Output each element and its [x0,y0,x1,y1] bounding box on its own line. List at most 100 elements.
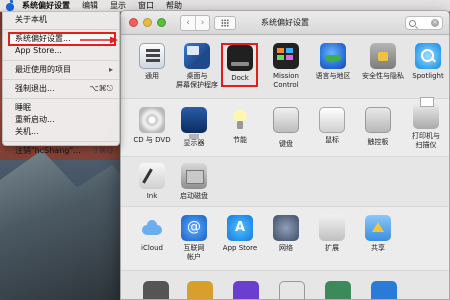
printer-icon [413,97,439,129]
pane-label: iCloud [141,244,163,252]
menu-app-store[interactable]: App Store... [3,45,119,57]
window-titlebar: ‹ › 系统偏好设置 × [121,11,449,35]
pane-mouse[interactable]: 鼠标 [309,107,355,145]
menu-recent-items[interactable]: 最近使用的项目 ▸ [3,64,119,76]
apple-menu-dropdown: 关于本机 系统偏好设置... App Store... 最近使用的项目 ▸ 强制退… [2,11,120,155]
pane-label: 节能 [233,136,247,144]
pane-energy-saver[interactable]: 节能 [217,107,263,145]
clock-icon [279,281,305,299]
shortcut-label: ⇧⌘Q [92,146,113,155]
menu-edit[interactable]: 编辑 [76,0,104,12]
pane-security-privacy[interactable]: 安全性与隐私 [357,43,409,81]
pane-icloud[interactable]: iCloud [129,215,175,253]
menu-item-label: 最近使用的项目 [15,65,71,74]
at-sign-icon [181,215,207,241]
menu-log-out[interactable]: 注销"hcShang"... ⇧⌘Q [3,145,119,157]
pane-parental-controls[interactable] [187,281,213,299]
mission-control-icon [273,43,299,69]
menu-item-label: 关机... [15,127,39,136]
submenu-arrow-icon: ▸ [108,65,113,74]
menu-restart[interactable]: 重新启动... [3,114,119,126]
siri-icon [233,281,259,299]
desktop-wallpaper-mountain [0,150,140,300]
menu-item-label: 注销"hcShang"... [15,146,81,155]
puzzle-piece-icon [319,215,345,241]
show-all-button[interactable] [214,15,236,30]
pane-language-region[interactable]: 语言与地区 [309,43,357,81]
nav-buttons: ‹ › [180,14,210,31]
pane-sharing[interactable]: 共享 [355,215,401,253]
house-lock-icon [370,43,396,69]
globe-flag-icon [320,43,346,69]
general-icon [139,43,165,69]
pane-displays[interactable]: 显示器 [171,107,217,148]
pane-ink[interactable]: Ink [129,163,175,201]
keyboard-icon [273,107,299,133]
pane-label: 鼠标 [325,136,339,144]
pane-label: Mission Control [273,72,299,89]
pane-users-groups[interactable] [143,281,169,299]
time-machine-icon [325,281,351,299]
pane-startup-disk[interactable]: 启动磁盘 [171,163,217,201]
pane-printers-scanners[interactable]: 打印机与 扫描仪 [403,97,449,150]
pane-label: Spotlight [412,72,444,80]
pane-section-hardware: CD 与 DVD 显示器 节能 键盘 鼠标 触控板 打印机与 扫描仪 [121,97,449,157]
pane-accessibility[interactable] [371,281,397,299]
pane-date-time[interactable] [279,281,305,299]
menu-item-label: 睡眠 [15,103,31,112]
menu-force-quit[interactable]: 强制退出... ⌥⌘⎋ [3,83,119,95]
pane-network[interactable]: 网络 [263,215,309,253]
menu-item-label: 强制退出... [15,84,55,93]
pane-cd-dvd[interactable]: CD 与 DVD [129,107,175,145]
pane-internet-accounts[interactable]: 互联网 帐户 [171,215,217,262]
menu-app-name[interactable]: 系统偏好设置 [16,0,76,12]
zoom-button[interactable] [157,18,166,27]
display-icon [181,107,207,139]
pane-section-personal: 通用 桌面与 屏幕保护程序 Dock Mission Control 语言与地区… [121,35,449,99]
menu-shutdown[interactable]: 关机... [3,126,119,138]
minimize-button[interactable] [143,18,152,27]
parental-controls-icon [187,281,213,299]
menu-item-label: 重新启动... [15,115,55,124]
pane-trackpad[interactable]: 触控板 [355,107,401,147]
app-store-icon [227,215,253,241]
menu-item-label: 系统偏好设置... [15,34,71,43]
spotlight-icon [415,43,441,69]
pane-extensions[interactable]: 扩展 [309,215,355,253]
menu-item-label: App Store... [15,46,62,55]
forward-button[interactable]: › [195,15,209,30]
menu-sleep[interactable]: 睡眠 [3,102,119,114]
pane-siri[interactable] [233,281,259,299]
menu-separator [3,141,119,142]
system-preferences-window: ‹ › 系统偏好设置 × 通用 桌面与 屏幕保护程序 Dock Mission … [120,10,450,300]
disc-icon [139,107,165,133]
pane-spotlight[interactable]: Spotlight [405,43,449,81]
pane-mission-control[interactable]: Mission Control [263,43,309,90]
close-button[interactable] [129,18,138,27]
hard-drive-icon [181,163,207,189]
apple-icon[interactable] [4,0,16,12]
pane-label: Ink [146,192,158,200]
search-input[interactable]: × [405,16,443,30]
pane-desktop-screensaver[interactable]: 桌面与 屏幕保护程序 [171,43,223,90]
pane-label: 语言与地区 [315,72,351,80]
pane-section-system [121,271,449,299]
pane-label: Dock [231,74,249,82]
menu-separator [3,98,119,99]
pane-label: CD 与 DVD [133,136,171,144]
pane-keyboard[interactable]: 键盘 [263,107,309,149]
pane-label: App Store [222,244,258,252]
clear-search-icon[interactable]: × [431,19,439,27]
pane-label: 互联网 帐户 [183,244,205,261]
trackpad-icon [365,107,391,133]
pane-time-machine[interactable] [325,281,351,299]
pane-app-store[interactable]: App Store [217,215,263,253]
menu-item-label: 关于本机 [15,15,47,24]
pane-dock[interactable]: Dock [217,45,263,83]
menu-about-this-mac[interactable]: 关于本机 [3,14,119,26]
back-button[interactable]: ‹ [181,16,195,30]
pane-general[interactable]: 通用 [129,43,175,81]
dock-icon [227,45,253,71]
menu-separator [3,79,119,80]
pane-label: 网络 [279,244,293,252]
